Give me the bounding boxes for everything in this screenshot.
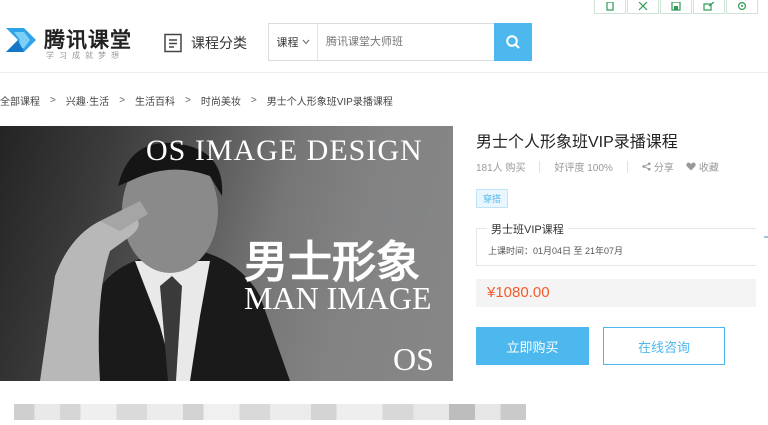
search-button[interactable] [494, 23, 532, 61]
breadcrumb-item-life-encyclopedia[interactable]: 生活百科 [135, 93, 175, 108]
watermark: BOSS 资源 [294, 203, 431, 230]
price-bar: ¥1080.00 [476, 279, 756, 307]
tencent-classroom-logo-icon[interactable] [2, 20, 42, 60]
breadcrumb-separator-icon: > [185, 95, 191, 106]
save-icon [671, 2, 681, 11]
buy-now-button[interactable]: 立即购买 [476, 327, 589, 365]
toolbar-button-settings[interactable] [726, 0, 758, 14]
cover-text-os-image-design: OS IMAGE DESIGN [146, 134, 423, 167]
chevron-down-icon [302, 39, 309, 45]
share-label: 分享 [653, 163, 674, 174]
breadcrumb-item-all-courses[interactable]: 全部课程 [0, 93, 40, 108]
course-category-button[interactable]: 课程分类 [163, 30, 247, 56]
page-edge-marker [764, 236, 768, 238]
search-bar: 课程 [268, 23, 532, 61]
online-consult-button[interactable]: 在线咨询 [603, 327, 725, 365]
breadcrumb: 全部课程 > 兴趣·生活 > 生活百科 > 时尚美妆 > 男士个人形象班VIP录… [0, 93, 393, 108]
course-cover-image: OS IMAGE DESIGN 男士形象 MAN IMAGE OS [0, 126, 453, 381]
meta-divider [626, 160, 628, 173]
header-divider [0, 72, 768, 73]
course-title: 男士个人形象班VIP录播课程 [476, 134, 678, 151]
breadcrumb-separator-icon: > [250, 95, 257, 106]
course-meta: 181人 购买 好评度 100% 分享 收藏 [476, 159, 731, 174]
gear-icon [738, 2, 746, 10]
favorite-label: 收藏 [698, 163, 719, 174]
search-type-label: 课程 [276, 37, 299, 49]
cover-text-os: OS [393, 341, 434, 377]
top-toolbar [594, 0, 759, 14]
share-button[interactable]: 分享 [642, 159, 674, 174]
course-category-label: 课程分类 [191, 35, 247, 51]
meta-divider [539, 160, 541, 173]
external-link-icon [703, 2, 715, 11]
cover-text-man-image: MAN IMAGE [244, 280, 432, 316]
toolbar-button-expand[interactable] [627, 0, 659, 14]
breadcrumb-separator-icon: > [119, 95, 126, 106]
logo-slogan: 学习成就梦想 [46, 51, 124, 60]
breadcrumb-current-course: 男士个人形象班VIP录播课程 [266, 97, 393, 108]
blurred-content [14, 404, 526, 420]
favorite-button[interactable]: 收藏 [686, 159, 719, 174]
search-icon [506, 35, 520, 49]
rating-text: 好评度 100% [554, 163, 613, 174]
search-type-dropdown[interactable]: 课程 [269, 24, 318, 60]
search-input[interactable] [318, 24, 494, 60]
breadcrumb-item-fashion-beauty[interactable]: 时尚美妆 [201, 93, 241, 108]
breadcrumb-separator-icon: > [50, 95, 56, 106]
copy-icon [606, 2, 614, 11]
breadcrumb-item-interest-life[interactable]: 兴趣·生活 [66, 93, 109, 108]
toolbar-button-copy[interactable] [594, 0, 626, 14]
expand-icon [638, 2, 648, 11]
toolbar-button-save[interactable] [660, 0, 692, 14]
plan-schedule: 上课时间：01月04日 至 21年07月 [488, 246, 624, 256]
plan-name: 男士班VIP课程 [487, 221, 568, 237]
share-icon [642, 162, 651, 171]
course-tag[interactable]: 穿搭 [476, 189, 509, 208]
toolbar-button-share[interactable] [693, 0, 725, 14]
list-icon [164, 33, 182, 53]
heart-icon [686, 162, 696, 171]
course-price: ¥1080.00 [487, 284, 550, 301]
buyer-count: 181人 购买 [476, 163, 526, 174]
course-plan-option[interactable]: 男士班VIP课程 上课时间：01月04日 至 21年07月 [476, 221, 756, 266]
